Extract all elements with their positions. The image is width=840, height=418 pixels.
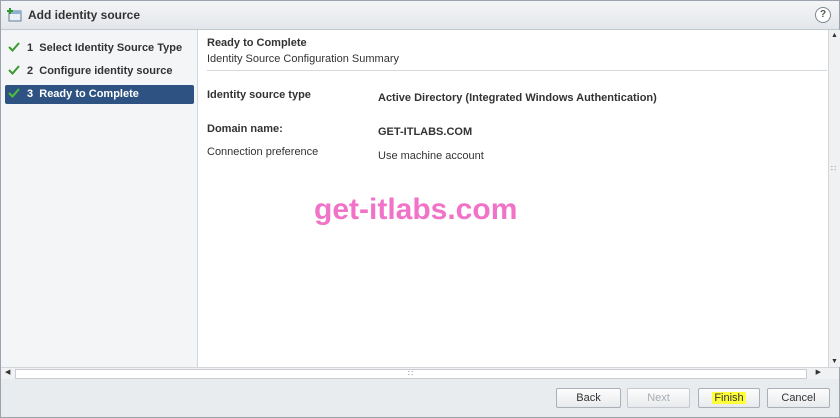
finish-label: Finish xyxy=(712,392,746,404)
summary-content: Ready to Complete Identity Source Config… xyxy=(198,30,828,367)
scroll-down-icon[interactable]: ▼ xyxy=(831,358,838,365)
connection-preference-value: Use machine account xyxy=(378,150,484,162)
identity-source-type-value: Active Directory (Integrated Windows Aut… xyxy=(378,92,657,104)
scroll-grip-icon: ∷ xyxy=(831,164,837,173)
step-number: 3 xyxy=(27,88,34,100)
add-identity-source-icon xyxy=(7,8,22,22)
help-button[interactable]: ? xyxy=(815,7,831,23)
watermark-text: get-itlabs.com xyxy=(314,193,518,226)
scroll-right-icon[interactable]: ▶ xyxy=(816,368,821,376)
wizard-steps-panel: 1 Select Identity Source Type 2 Configur… xyxy=(1,30,198,367)
horizontal-scroll-track[interactable]: ∷ xyxy=(15,369,807,379)
finish-button[interactable]: Finish xyxy=(698,388,760,408)
check-icon xyxy=(8,88,20,98)
check-icon xyxy=(8,65,20,75)
page-subtitle: Identity Source Configuration Summary xyxy=(207,53,399,65)
scroll-up-icon[interactable]: ▲ xyxy=(831,32,838,39)
domain-name-value: GET-ITLABS.COM xyxy=(378,126,473,138)
dialog-title: Add identity source xyxy=(28,8,141,22)
vertical-scrollbar[interactable]: ▲ ∷ ▼ xyxy=(828,30,840,367)
check-icon xyxy=(8,42,20,52)
step-configure-identity-source[interactable]: 2 Configure identity source xyxy=(5,62,194,81)
title-bar[interactable]: Add identity source ? xyxy=(1,1,839,30)
header-divider xyxy=(207,70,827,71)
step-label: Ready to Complete xyxy=(39,88,139,100)
scroll-grip-icon: ∷ xyxy=(408,369,414,378)
step-select-identity-source-type[interactable]: 1 Select Identity Source Type xyxy=(5,39,194,58)
step-label: Configure identity source xyxy=(39,65,173,77)
page-title: Ready to Complete xyxy=(207,37,307,49)
step-ready-to-complete[interactable]: 3 Ready to Complete xyxy=(5,85,194,104)
step-number: 1 xyxy=(27,42,34,54)
domain-name-label: Domain name: xyxy=(207,123,283,135)
identity-source-type-label: Identity source type xyxy=(207,89,311,101)
next-button[interactable]: Next xyxy=(627,388,690,408)
back-button[interactable]: Back xyxy=(556,388,621,408)
step-label: Select Identity Source Type xyxy=(39,42,183,54)
add-identity-source-dialog: Add identity source ? 1 Select Identity … xyxy=(0,0,840,418)
cancel-button[interactable]: Cancel xyxy=(767,388,830,408)
step-number: 2 xyxy=(27,65,34,77)
connection-preference-label: Connection preference xyxy=(207,146,319,158)
scroll-left-icon[interactable]: ◀ xyxy=(5,368,10,376)
dialog-footer: Back Next Finish Cancel xyxy=(1,379,839,417)
